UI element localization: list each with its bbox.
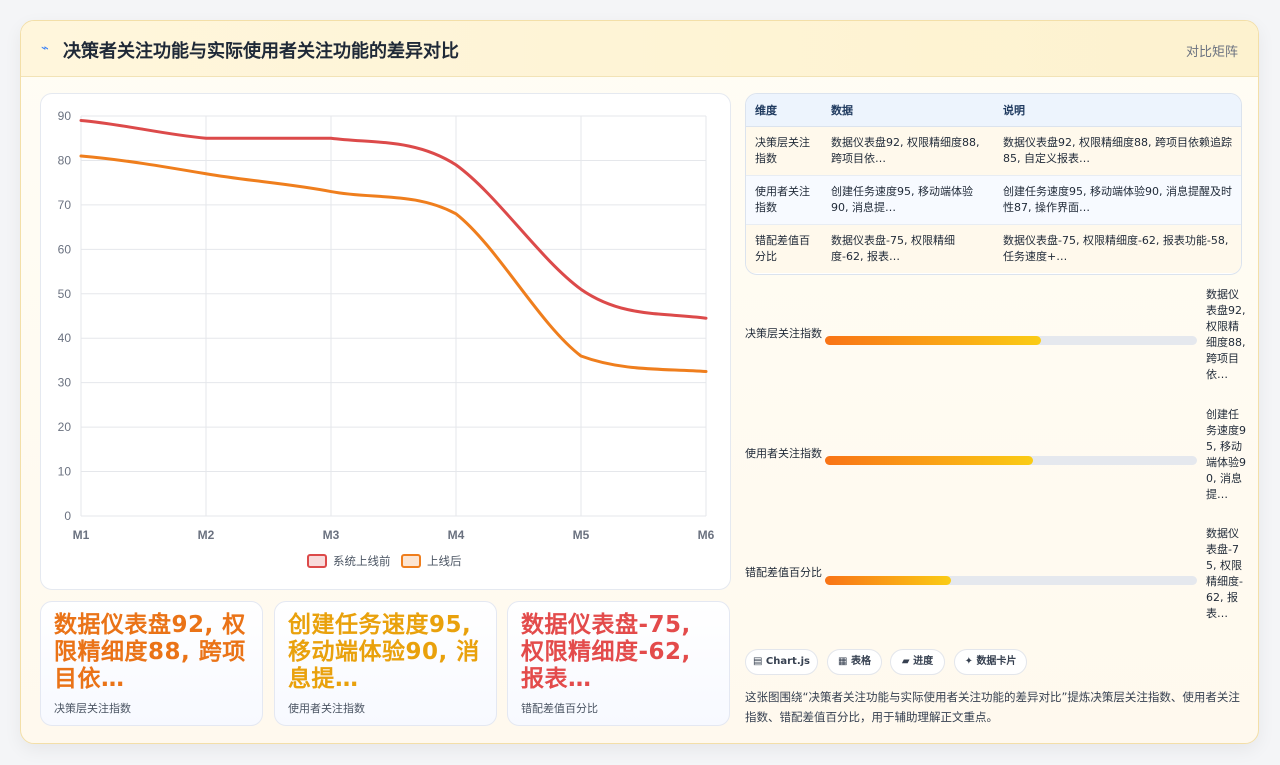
progress-label: 使用者关注指数 xyxy=(745,447,822,460)
kpi-value: 数据仪表盘-75, 权限精细度-62, 报表… xyxy=(521,612,691,692)
table-header-cell: 维度 xyxy=(746,94,822,127)
chip-table[interactable]: ▦ 表格 xyxy=(827,649,882,675)
series-line-1 xyxy=(79,118,708,320)
chip-label: 表格 xyxy=(850,656,871,667)
table-cell: 决策层关注指数 xyxy=(746,126,822,176)
y-tick-label: 30 xyxy=(58,376,72,390)
table-cell: 创建任务速度95, 移动端体验90, 消息提醒及时性87, 操作界面… xyxy=(994,175,1241,225)
x-tick-label: M2 xyxy=(198,528,215,542)
progress-icon: ▰ xyxy=(901,656,910,667)
y-tick-label: 90 xyxy=(58,109,72,123)
progress-track xyxy=(825,576,1197,585)
chip-label: Chart.js xyxy=(765,656,811,667)
chip-data-card[interactable]: ✦ 数据卡片 xyxy=(954,649,1027,675)
progress-fill xyxy=(825,456,1034,465)
kpi-card-mismatch: 数据仪表盘-75, 权限精细度-62, 报表… 错配差值百分比 xyxy=(507,601,730,726)
table-icon: ▦ xyxy=(838,656,848,667)
kpi-value: 数据仪表盘92, 权限精细度88, 跨项目依… xyxy=(54,612,246,692)
table-cell: 数据仪表盘92, 权限精细度88, 跨项目依… xyxy=(822,126,994,176)
chip-label: 数据卡片 xyxy=(976,656,1017,667)
progress-label: 错配差值百分比 xyxy=(745,566,822,579)
legend-label: 系统上线前 xyxy=(333,554,391,568)
header: ⌁ 决策者关注功能与实际使用者关注功能的差异对比 对比矩阵 xyxy=(21,21,1258,77)
legend-label: 上线后 xyxy=(427,554,462,568)
table-header-cell: 说明 xyxy=(994,94,1241,127)
table-grid-icon: ▤ xyxy=(752,656,763,667)
table-cell: 数据仪表盘92, 权限精细度88, 跨项目依赖追踪85, 自定义报表… xyxy=(994,126,1241,176)
progress-fill xyxy=(825,336,1041,345)
y-tick-label: 60 xyxy=(58,242,72,256)
line-chart-svg: 0 10 20 30 40 50 60 70 80 90 M1 M2 M3 M4 M5 M6 系统上线前 上线后 xyxy=(58,109,715,568)
view-tag: 对比矩阵 xyxy=(1185,45,1238,60)
progress-track xyxy=(825,456,1197,465)
kpi-card-decision: 数据仪表盘92, 权限精细度88, 跨项目依… 决策层关注指数 xyxy=(40,601,263,726)
chip-label: 进度 xyxy=(913,656,934,667)
progress-row-decision: 决策层关注指数 数据仪表盘92, 权限精细度88, 跨项目依… xyxy=(745,287,1246,399)
x-tick-label: M4 xyxy=(448,528,465,542)
y-tick-label: 70 xyxy=(58,198,72,212)
progress-value: 创建任务速度95, 移动端体验90, 消息提… xyxy=(1206,408,1246,501)
progress-row-user: 使用者关注指数 创建任务速度95, 移动端体验90, 消息提… xyxy=(745,407,1246,519)
chip-chartjs[interactable]: ▤ Chart.js xyxy=(745,649,818,675)
kpi-label: 错配差值百分比 xyxy=(521,702,598,715)
sparkle-icon: ✦ xyxy=(964,656,973,667)
legend-swatch xyxy=(401,554,421,568)
y-tick-label: 20 xyxy=(58,420,72,434)
x-tick-label: M1 xyxy=(73,528,90,542)
progress-row-mismatch: 错配差值百分比 数据仪表盘-75, 权限精细度-62, 报表… xyxy=(745,526,1245,638)
progress-label: 决策层关注指数 xyxy=(745,327,822,340)
table-row: 决策层关注指数 数据仪表盘92, 权限精细度88, 跨项目依… 数据仪表盘92,… xyxy=(746,126,1241,176)
progress-value: 数据仪表盘92, 权限精细度88, 跨项目依… xyxy=(1206,288,1246,381)
x-tick-label: M3 xyxy=(323,528,340,542)
y-tick-label: 80 xyxy=(58,153,72,167)
table-row: 使用者关注指数 创建任务速度95, 移动端体验90, 消息提… 创建任务速度95… xyxy=(746,175,1241,225)
series-line-2 xyxy=(79,154,708,374)
table-cell: 创建任务速度95, 移动端体验90, 消息提… xyxy=(822,175,994,225)
y-tick-label: 50 xyxy=(58,287,72,301)
y-tick-label: 10 xyxy=(58,465,72,479)
description-note: 这张图围绕“决策者关注功能与实际使用者关注功能的差异对比”提炼决策层关注指数、使… xyxy=(745,690,1240,724)
progress-track xyxy=(825,336,1197,345)
kpi-value: 创建任务速度95, 移动端体验90, 消息提… xyxy=(288,612,480,692)
table-cell: 错配差值百分比 xyxy=(746,224,822,273)
progress-value: 数据仪表盘-75, 权限精细度-62, 报表… xyxy=(1206,527,1243,620)
x-tick-label: M5 xyxy=(573,528,590,542)
kpi-label: 决策层关注指数 xyxy=(54,702,131,715)
table-cell: 数据仪表盘-75, 权限精细度-62, 报表… xyxy=(822,224,994,273)
table-cell: 数据仪表盘-75, 权限精细度-62, 报表功能-58, 任务速度+… xyxy=(994,224,1241,273)
kpi-label: 使用者关注指数 xyxy=(288,702,365,715)
x-tick-label: M6 xyxy=(698,528,715,542)
table-cell: 使用者关注指数 xyxy=(746,175,822,225)
y-tick-label: 40 xyxy=(58,331,72,345)
page-title: 决策者关注功能与实际使用者关注功能的差异对比 xyxy=(63,41,459,62)
legend-swatch xyxy=(307,554,327,568)
table-header-cell: 数据 xyxy=(822,94,994,127)
line-chart: 0 10 20 30 40 50 60 70 80 90 M1 M2 M3 M4 M5 M6 系统上线前 上线后 xyxy=(40,93,731,590)
main-card: ⌁ 决策者关注功能与实际使用者关注功能的差异对比 对比矩阵 0 10 20 30 40 5… xyxy=(20,20,1259,744)
lightning-icon: ⌁ xyxy=(41,41,49,56)
progress-fill xyxy=(825,576,952,585)
comparison-table: 维度 数据 说明 决策层关注指数 数据仪表盘92, 权限精细度88, 跨项目依…… xyxy=(745,93,1242,275)
table-header-row: 维度 数据 说明 xyxy=(746,94,1241,127)
kpi-card-user: 创建任务速度95, 移动端体验90, 消息提… 使用者关注指数 xyxy=(274,601,497,726)
y-tick-label: 0 xyxy=(64,509,71,523)
table-row: 错配差值百分比 数据仪表盘-75, 权限精细度-62, 报表… 数据仪表盘-75… xyxy=(746,224,1241,273)
chip-progress[interactable]: ▰ 进度 xyxy=(890,649,945,675)
